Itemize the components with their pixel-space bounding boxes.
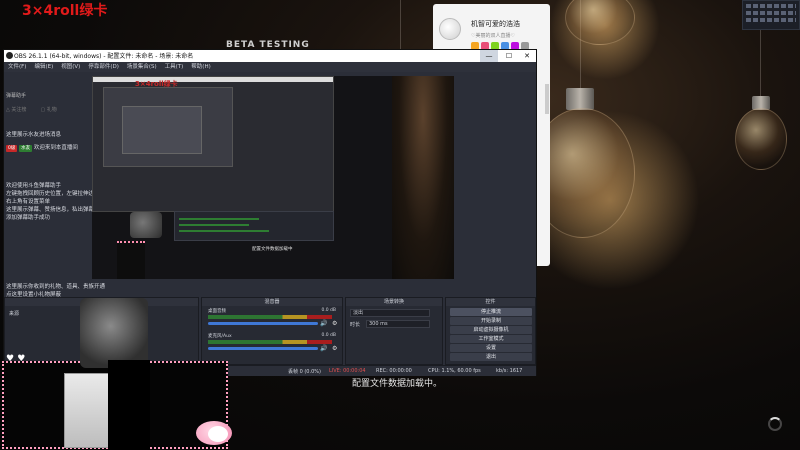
menu-view[interactable]: 视图(V): [57, 62, 84, 72]
nested-obs-preview: 3×4roll绿卡: [92, 76, 334, 212]
menu-help[interactable]: 帮助(H): [187, 62, 214, 72]
bulb-wire: [760, 30, 761, 100]
mixer-db: 0.0 dB: [321, 308, 336, 313]
studio-mode-button[interactable]: 工作室模式: [450, 335, 532, 343]
chat-user-name: 机智可爱的浩浩: [471, 20, 520, 28]
gear-icon[interactable]: ⚙: [332, 320, 337, 327]
status-dropped-frames: 丢帧 0 (0.0%): [288, 369, 321, 375]
volume-slider[interactable]: [208, 322, 318, 325]
status-live: LIVE: 00:00:04: [329, 368, 366, 374]
level-badge: 0级: [6, 145, 18, 152]
follow-rank-button[interactable]: △ 关注榜: [6, 106, 26, 115]
speaker-icon[interactable]: 🔊: [320, 345, 327, 352]
transitions-dock: 场景转换 淡出 时长 300 ms: [345, 297, 443, 365]
audio-meter: [208, 340, 332, 344]
status-rec: REC: 00:00:00: [376, 368, 412, 374]
preview-dancer: [117, 241, 145, 279]
desktop-stream-view: 3×4roll绿卡 BETA TESTING 机智可爱的浩浩 ♡美丽的双人直播♡…: [0, 0, 800, 450]
nested-obs-preview: [103, 87, 233, 167]
loading-text: 配置文件数据加载中。: [352, 379, 443, 389]
start-recording-button[interactable]: 开始录制: [450, 317, 532, 325]
scrollbar[interactable]: [545, 84, 549, 114]
controls-dock: 控件 停止推流 开始录制 启动虚拟摄像机 工作室模式 设置 退出: [445, 297, 536, 365]
menu-tools[interactable]: 工具(T): [161, 62, 188, 72]
exit-button[interactable]: 退出: [450, 353, 532, 361]
mixer-dock: 混音器 桌面音频 0.0 dB 麦克风/Aux 0.0 dB 🔊 ⚙ 🔊 ⚙: [201, 297, 343, 365]
danmaku-message: 欢迎来到本直播间: [33, 145, 78, 151]
obs-logo-icon: [6, 52, 13, 59]
danmaku-message: 这里展示弹幕、赞扬信息，私出弹幕信息: [6, 207, 106, 213]
bulb-glass: [735, 108, 787, 170]
danmaku-panel-header: 弹幕助手: [6, 93, 27, 99]
settings-button[interactable]: 设置: [450, 344, 532, 352]
mixer-channel-label: 桌面音频: [208, 309, 226, 314]
mixer-channel-label: 麦克风/Aux: [208, 334, 232, 339]
danmaku-controls: △ 关注榜 ▢ 礼物: [6, 106, 88, 115]
controls-dock-header: 控件: [446, 298, 535, 306]
character-head: [80, 298, 148, 368]
danmaku-message: 这里展示水友进场消息: [6, 132, 62, 138]
chat-user-subtitle: ♡美丽的双人直播♡: [471, 33, 515, 39]
obs-title: OBS 26.1.1 (64-bit, windows) - 配置文件: 未命名…: [14, 53, 194, 60]
danmaku-message: 添加弹幕助手成功: [6, 215, 51, 221]
preview-caption: 配置文件数据加载中: [252, 247, 293, 252]
avatar[interactable]: [439, 18, 461, 40]
obs-titlebar[interactable]: OBS 26.1.1 (64-bit, windows) - 配置文件: 未命名…: [4, 50, 536, 62]
speaker-icon[interactable]: 🔊: [320, 320, 327, 327]
status-cpu: CPU: 1.1%, 60.00 fps: [428, 368, 481, 374]
danmaku-message: 右上角有设置菜单: [6, 199, 51, 205]
menu-edit[interactable]: 编辑(E): [30, 62, 57, 72]
danmaku-panel: 弹幕助手 △ 关注榜 ▢ 礼物 这里展示水友进场消息 0级 水友 欢迎来到本直播…: [4, 72, 122, 298]
danmaku-message: 这里展示你收到的礼物、道具、贵族开通: [6, 284, 106, 290]
overlay-title: 3×4roll绿卡: [22, 3, 108, 19]
mixer-dock-header: 混音器: [202, 298, 342, 306]
menu-scene-collection[interactable]: 场景集合(S): [123, 62, 161, 72]
virtual-camera-button[interactable]: 启动虚拟摄像机: [450, 326, 532, 334]
danmaku-message: 欢迎使用斗鱼弹幕助手: [6, 183, 62, 189]
status-kbps: kb/s: 1617: [496, 368, 523, 374]
gear-icon[interactable]: ⚙: [332, 345, 337, 352]
obs-menubar: 文件(F) 编辑(E) 视图(V) 停靠部件(D) 场景集合(S) 工具(T) …: [4, 62, 536, 72]
danmaku-message-row: 0级 水友 欢迎来到本直播间: [6, 143, 78, 152]
chibi-sticker: ♥ ♥: [6, 354, 26, 364]
transition-duration-label: 时长: [350, 322, 361, 328]
audio-meter: [208, 315, 332, 319]
preview-mixer-reflection: [174, 211, 334, 241]
preview-character: [130, 212, 162, 238]
close-button[interactable]: ✕: [518, 50, 536, 62]
stop-streaming-button[interactable]: 停止推流: [450, 308, 532, 316]
mixer-db: 0.0 dB: [321, 333, 336, 338]
character-body: [108, 360, 150, 450]
sources-label: 来源: [9, 311, 20, 317]
gift-button[interactable]: ▢ 礼物: [40, 106, 56, 115]
maximize-button[interactable]: ☐: [500, 50, 518, 62]
transition-duration-input[interactable]: 300 ms: [366, 320, 430, 328]
nested-obs-preview: [122, 106, 202, 154]
transition-select[interactable]: 淡出: [350, 309, 430, 317]
preview-bulb-background: [392, 76, 454, 279]
transitions-dock-header: 场景转换: [346, 298, 442, 306]
menu-file[interactable]: 文件(F): [4, 62, 30, 72]
obs-preview-canvas[interactable]: 3×4roll绿卡 配置文件数据加载中: [92, 76, 454, 279]
minimize-button[interactable]: —: [480, 50, 498, 62]
menu-docks[interactable]: 停靠部件(D): [84, 62, 123, 72]
fan-badge: 水友: [19, 145, 33, 152]
loading-spinner-icon: [768, 417, 782, 431]
chibi-face: [208, 426, 228, 442]
bulb-cap: [566, 88, 594, 110]
mini-window-thumbnail[interactable]: [742, 0, 800, 30]
volume-slider[interactable]: [208, 347, 318, 350]
